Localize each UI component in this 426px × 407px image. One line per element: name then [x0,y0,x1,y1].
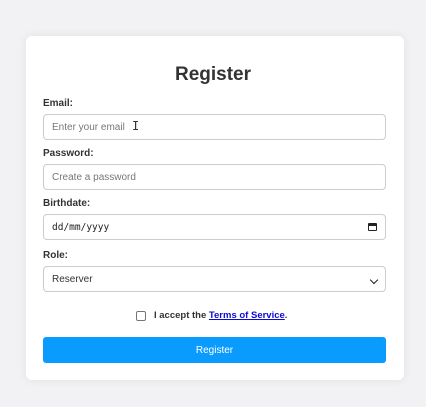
email-placeholder: Enter your email [52,121,125,133]
email-label: Email: [43,98,74,109]
terms-row: I accept the Terms of Service. [0,310,426,324]
birthdate-field[interactable]: dd/mm/yyyy [43,214,386,240]
terms-suffix: . [284,310,288,321]
chevron-down-icon [369,275,379,285]
page-title: Register [174,64,252,85]
password-placeholder: Create a password [52,171,136,183]
birthdate-placeholder: dd/mm/yyyy [52,221,110,233]
terms-label: I accept the Terms of Service. [154,310,287,321]
register-button[interactable]: Register [43,337,386,363]
password-label: Password: [43,148,94,159]
terms-checkbox[interactable] [136,311,146,321]
password-field[interactable]: Create a password [43,164,386,190]
role-label: Role: [43,250,68,261]
calendar-icon[interactable] [368,223,377,231]
role-selected-value: Reserver [52,273,93,285]
email-field[interactable]: Enter your email [43,114,386,140]
role-select[interactable]: Reserver [43,266,386,292]
text-cursor-icon: I [132,119,140,133]
terms-prefix: I accept the [154,310,209,321]
birthdate-label: Birthdate: [43,198,91,209]
terms-of-service-link[interactable]: Terms of Service [209,310,285,321]
